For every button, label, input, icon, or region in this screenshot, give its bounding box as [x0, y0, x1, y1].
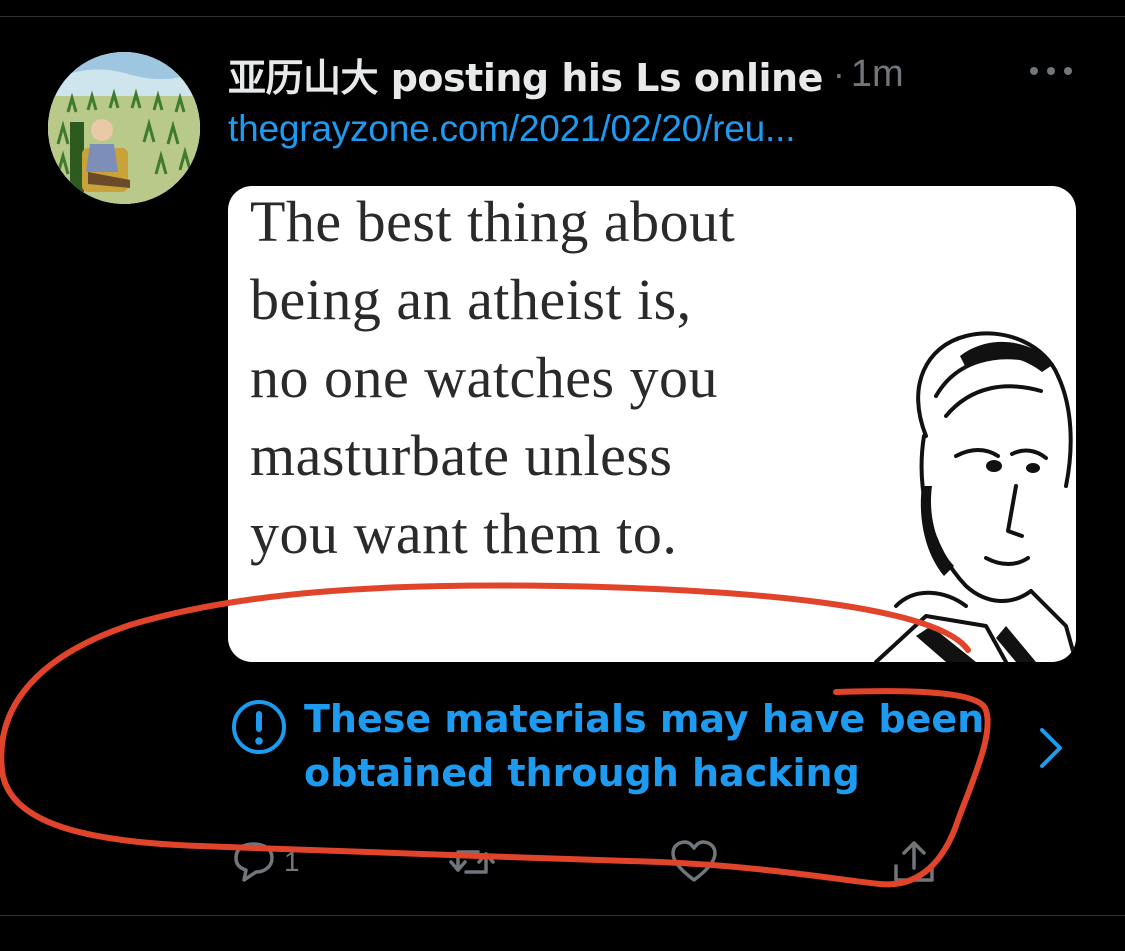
reply-button[interactable]: 1 [228, 832, 300, 892]
meme-line-2: being an atheist is, [250, 267, 692, 332]
tweet-header: 亚历山大 posting his Ls online · 1m [228, 46, 904, 102]
warning-text[interactable]: These materials may have been obtained t… [304, 692, 984, 800]
media-card[interactable]: The best thing about being an atheist is… [228, 186, 1076, 662]
reply-count: 1 [284, 846, 300, 877]
reply-icon [234, 842, 274, 882]
retweet-button[interactable] [446, 832, 498, 892]
warning-line-2: obtained through hacking [304, 751, 860, 795]
meme-line-4: masturbate unless [250, 423, 673, 488]
meme-line-3: no one watches you [250, 345, 719, 410]
avatar-illustration [48, 52, 200, 204]
separator-dot: · [832, 53, 845, 94]
tweet-frame: 亚历山大 posting his Ls online · 1m thegrayz… [0, 0, 1125, 951]
like-icon [671, 840, 717, 882]
tweet-link[interactable]: thegrayzone.com/2021/02/20/reu... [228, 108, 795, 150]
exclamation-circle-icon [232, 700, 286, 754]
display-name[interactable]: 亚历山大 posting his Ls online [228, 47, 823, 102]
timestamp[interactable]: 1m [851, 53, 904, 96]
like-button[interactable] [668, 832, 720, 892]
top-divider [0, 16, 1125, 17]
thinking-man-illustration [874, 331, 1076, 662]
tweet-actions: 1 [228, 832, 1076, 892]
share-button[interactable] [888, 832, 940, 892]
avatar[interactable] [48, 52, 200, 204]
more-options-icon[interactable] [1026, 56, 1076, 86]
warning-line-1: These materials may have been [304, 697, 985, 741]
bottom-divider [0, 915, 1125, 916]
sensitive-warning-row[interactable]: These materials may have been obtained t… [228, 690, 1076, 810]
meme-line-1: The best thing about [250, 189, 736, 254]
meme-line-5: you want them to. [250, 501, 678, 566]
chevron-right-icon[interactable] [1036, 726, 1066, 770]
share-icon [894, 841, 934, 882]
retweet-icon [449, 850, 495, 874]
